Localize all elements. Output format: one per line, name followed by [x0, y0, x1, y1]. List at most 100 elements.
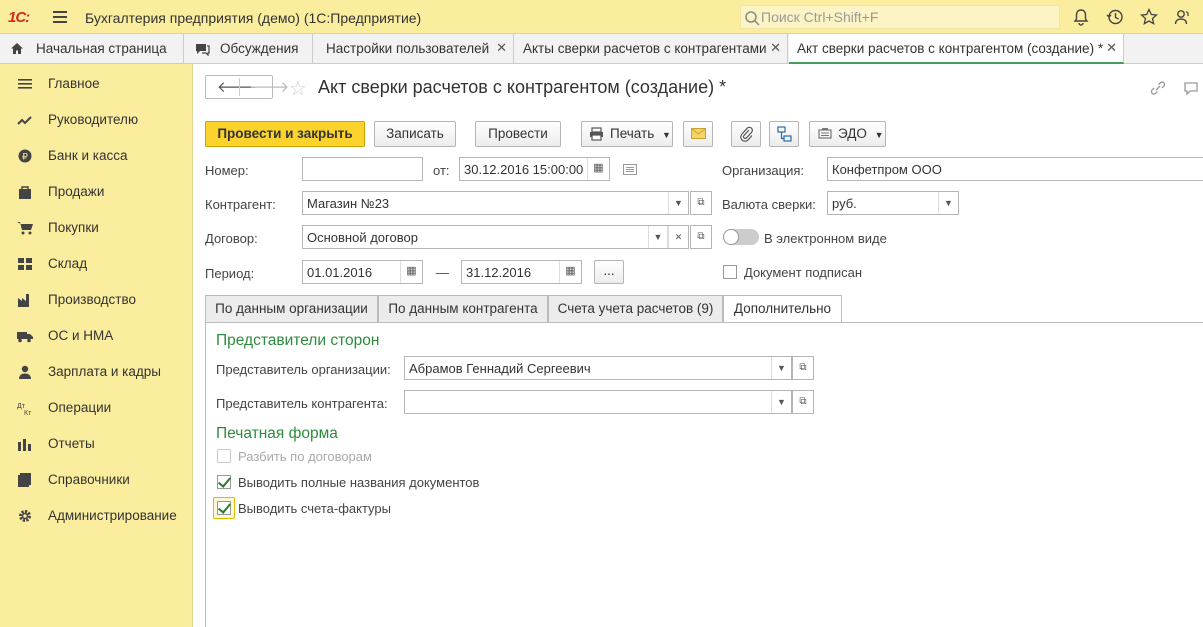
post-button[interactable]: Провести	[475, 121, 561, 147]
period-end-field[interactable]: 31.12.2016 ▦	[461, 260, 582, 284]
calendar-icon[interactable]: ▦	[559, 261, 581, 283]
contract-label: Договор:	[205, 231, 258, 246]
note-icon[interactable]	[623, 164, 637, 175]
period-start-field[interactable]: 01.01.2016 ▦	[302, 260, 423, 284]
close-icon[interactable]: ✕	[770, 40, 781, 56]
post-and-close-button[interactable]: Провести и закрыть	[205, 121, 365, 147]
search-input[interactable]: Поиск Ctrl+Shift+F	[740, 5, 1060, 29]
structure-button[interactable]	[769, 121, 799, 147]
email-button[interactable]	[683, 121, 713, 147]
chevron-down-icon[interactable]: ▼	[771, 357, 791, 379]
menu-icon[interactable]	[53, 11, 67, 26]
sidebar-item-operations[interactable]: Дт Кт Операции	[0, 396, 193, 420]
app-logo: 1С:	[8, 9, 30, 26]
sidebar-item-manager[interactable]: Руководителю	[0, 108, 193, 132]
tab-user-settings[interactable]: Настройки пользователей ✕	[313, 34, 514, 64]
date-from-label: от:	[433, 163, 450, 178]
calendar-icon[interactable]: ▦	[400, 261, 422, 283]
sidebar-item-purchases[interactable]: Покупки	[0, 216, 193, 240]
svg-text:Дт: Дт	[17, 403, 26, 410]
link-icon[interactable]	[1149, 80, 1167, 96]
representatives-title: Представители сторон	[216, 332, 380, 349]
tab-contractor-data[interactable]: По данным контрагента	[378, 295, 548, 323]
tab-accounts[interactable]: Счета учета расчетов (9)	[548, 295, 723, 323]
debit-credit-icon: ДтКт	[17, 403, 32, 415]
currency-label: Валюта сверки:	[722, 197, 816, 212]
edo-label: ЭДО	[838, 126, 867, 141]
currency-field[interactable]: руб. ▼	[827, 191, 959, 215]
chevron-down-icon[interactable]: ▼	[648, 226, 668, 248]
chevron-down-icon[interactable]: ▼	[668, 192, 688, 214]
tab-discussions[interactable]: Обсуждения	[184, 34, 313, 64]
tab-additional[interactable]: Дополнительно	[723, 295, 842, 323]
close-icon[interactable]: ✕	[1106, 40, 1117, 56]
close-icon[interactable]: ✕	[496, 40, 507, 56]
chat-icon	[196, 44, 210, 56]
comment-icon[interactable]	[1183, 80, 1201, 96]
number-field[interactable]	[302, 157, 423, 181]
user-icon[interactable]	[1174, 8, 1192, 26]
sidebar-item-sales[interactable]: Продажи	[0, 180, 193, 204]
organization-field[interactable]: Конфетпром ООО	[827, 157, 1203, 181]
full-names-label: Выводить полные названия документов	[238, 475, 480, 490]
sidebar-item-bank[interactable]: ₽ Банк и касса	[0, 144, 193, 168]
sidebar-item-main[interactable]: Главное	[0, 72, 193, 96]
tab-label: Акт сверки расчетов с контрагентом (созд…	[797, 41, 1104, 56]
open-contractor-button[interactable]: ⧉	[690, 191, 712, 215]
history-icon[interactable]	[1106, 8, 1124, 26]
electronic-toggle[interactable]	[723, 229, 759, 245]
forward-button[interactable]: 🡒	[249, 77, 289, 96]
coin-icon: ₽	[18, 149, 32, 163]
sidebar-item-warehouse[interactable]: Склад	[0, 252, 193, 276]
trend-icon	[17, 116, 32, 125]
contractor-field[interactable]: Магазин №23 ▼	[302, 191, 689, 215]
rep-contractor-field[interactable]: ▼	[404, 390, 792, 414]
clear-icon[interactable]: ✕	[668, 226, 688, 248]
save-button[interactable]: Записать	[374, 121, 456, 147]
sidebar-item-assets[interactable]: ОС и НМА	[0, 324, 193, 348]
bell-icon[interactable]	[1072, 8, 1090, 26]
signed-checkbox[interactable]	[723, 265, 737, 279]
sidebar: Главное Руководителю ₽ Банк и касса Прод…	[0, 64, 193, 627]
tab-reconciliation-create[interactable]: Акт сверки расчетов с контрагентом (созд…	[789, 34, 1124, 64]
chevron-down-icon[interactable]: ▼	[771, 391, 791, 413]
warehouse-icon	[18, 258, 32, 270]
sidebar-item-label: Справочники	[48, 472, 130, 487]
tab-reconciliation-list[interactable]: Акты сверки расчетов с контрагентами ✕	[514, 34, 788, 64]
star-icon[interactable]	[1140, 8, 1158, 26]
calendar-icon[interactable]: ▦	[587, 158, 609, 180]
tab-home[interactable]: Начальная страница	[0, 34, 184, 64]
split-by-contracts-checkbox[interactable]	[217, 449, 231, 463]
favorite-star-icon[interactable]: ☆	[289, 76, 307, 101]
period-select-button[interactable]: ...	[594, 260, 624, 284]
currency-value: руб.	[832, 196, 857, 211]
sidebar-item-reports[interactable]: Отчеты	[0, 432, 193, 456]
print-button[interactable]: Печать ▼	[581, 121, 673, 147]
sidebar-item-catalogs[interactable]: Справочники	[0, 468, 193, 492]
sidebar-item-label: ОС и НМА	[48, 328, 114, 343]
rep-org-field[interactable]: Абрамов Геннадий Сергеевич ▼	[404, 356, 792, 380]
sidebar-item-label: Главное	[48, 76, 100, 91]
edo-button[interactable]: ЭДО ▼	[809, 121, 886, 147]
chevron-down-icon: ▼	[874, 130, 884, 140]
invoices-checkbox[interactable]	[217, 501, 231, 515]
sidebar-item-label: Администрирование	[48, 508, 177, 523]
chevron-down-icon[interactable]: ▼	[938, 192, 958, 214]
contractor-value: Магазин №23	[307, 196, 390, 211]
full-names-checkbox[interactable]	[217, 475, 231, 489]
printer-icon	[590, 127, 603, 141]
open-rep-org-button[interactable]: ⧉	[792, 356, 814, 380]
tab-org-data[interactable]: По данным организации	[205, 295, 378, 323]
open-rep-contractor-button[interactable]: ⧉	[792, 390, 814, 414]
sidebar-item-admin[interactable]: Администрирование	[0, 504, 193, 528]
date-value: 30.12.2016 15:00:00	[464, 162, 584, 177]
open-contract-button[interactable]: ⧉	[690, 225, 712, 249]
date-field[interactable]: 30.12.2016 15:00:00 ▦	[459, 157, 610, 181]
contract-field[interactable]: Основной договор ▼ ✕	[302, 225, 689, 249]
sidebar-item-payroll[interactable]: Зарплата и кадры	[0, 360, 193, 384]
organization-label: Организация:	[722, 163, 805, 178]
svg-text:Кт: Кт	[24, 410, 32, 415]
attach-button[interactable]	[731, 121, 761, 147]
gear-icon	[19, 510, 31, 522]
sidebar-item-production[interactable]: Производство	[0, 288, 193, 312]
